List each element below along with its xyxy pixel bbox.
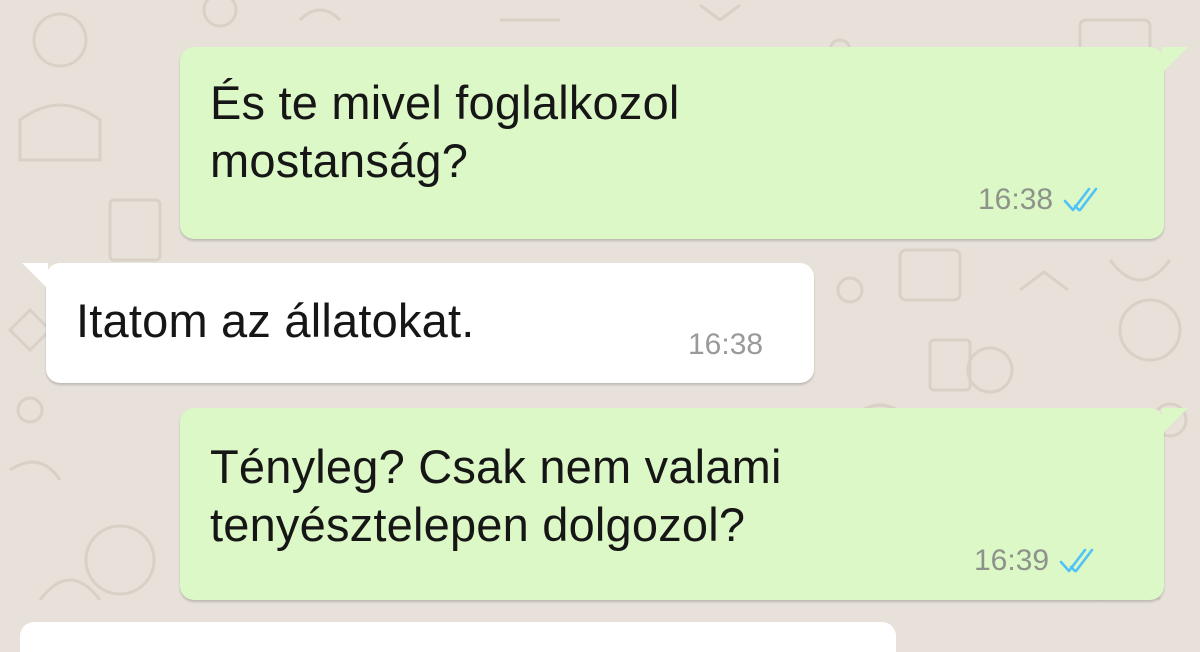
double-check-read-icon <box>1063 187 1107 213</box>
message-text: Tényleg? Csak nem valami tenyésztelepen … <box>210 440 782 551</box>
message-meta: 16:38 <box>978 185 1107 215</box>
message-time: 16:38 <box>978 183 1054 216</box>
bubble-tail <box>22 263 48 289</box>
message-time: 16:39 <box>974 544 1050 577</box>
message-meta: 16:39 <box>974 546 1103 576</box>
message-time: 16:38 <box>688 328 764 361</box>
message-bubble-outgoing-1[interactable]: És te mivel foglalkozol mostanság? 16:38 <box>180 47 1188 239</box>
message-bubble-incoming-partial[interactable] <box>20 622 896 652</box>
double-check-read-icon <box>1059 548 1103 574</box>
message-text: És te mivel foglalkozol mostanság? <box>210 76 680 187</box>
bubble-tail <box>1162 408 1188 434</box>
message-text: Itatom az állatokat. <box>76 294 475 347</box>
bubble-tail <box>1162 47 1188 73</box>
message-meta: 16:38 <box>688 330 763 360</box>
message-bubble-outgoing-2[interactable]: Tényleg? Csak nem valami tenyésztelepen … <box>180 408 1188 600</box>
message-bubble-incoming-1[interactable]: Itatom az állatokat. 16:38 <box>22 263 814 383</box>
